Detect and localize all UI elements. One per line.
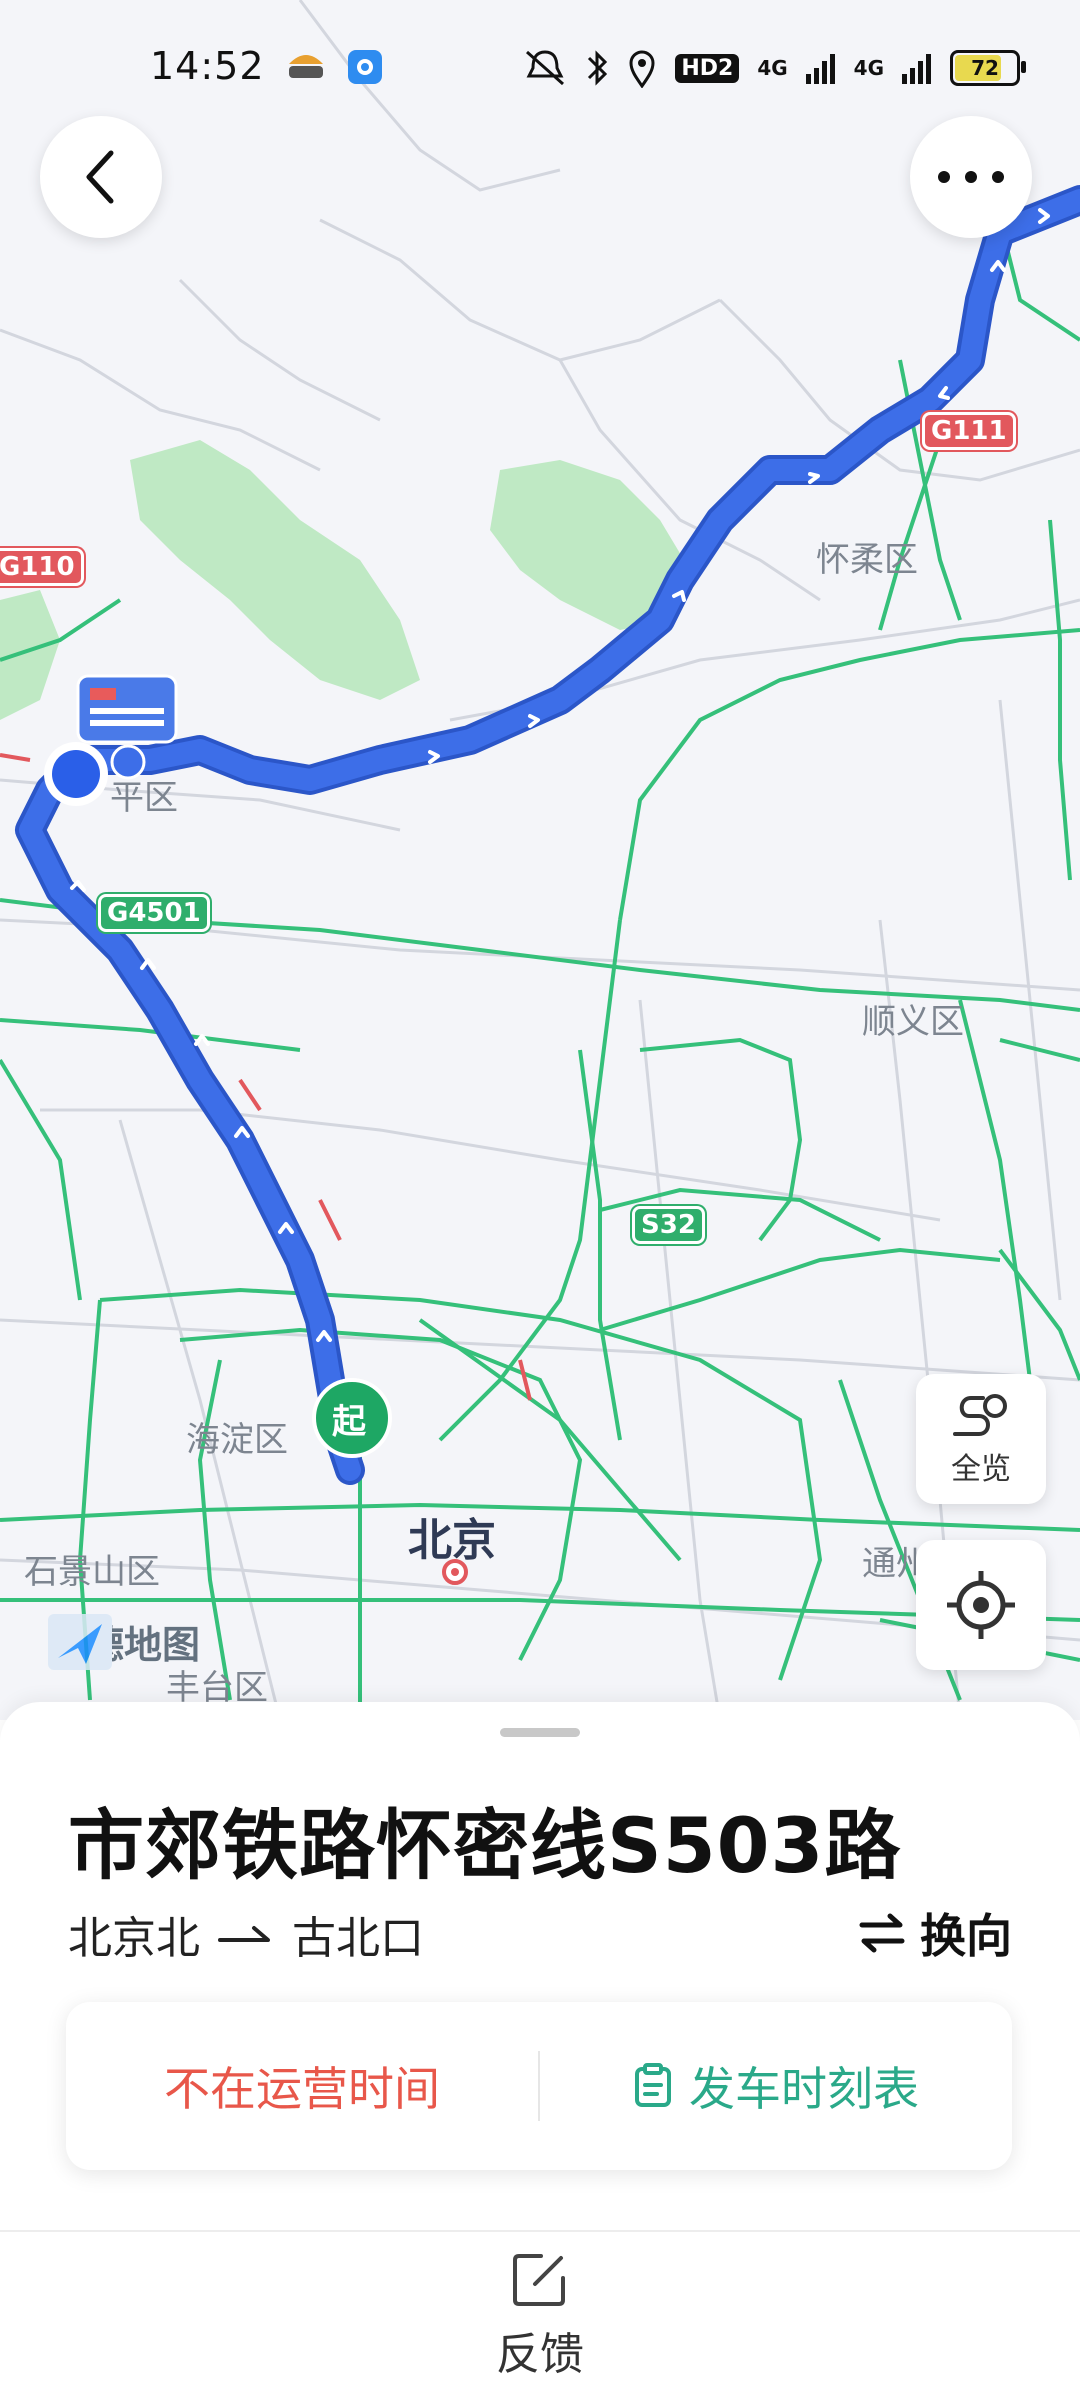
overview-button[interactable]: 全览 [916,1374,1046,1504]
more-button[interactable] [910,116,1032,238]
battery-level: 72 [971,56,999,80]
status-time: 14:52 [150,44,265,88]
road-badge-g111: G111 [922,412,1016,450]
overview-label: 全览 [951,1452,1011,1487]
feedback-label: 反馈 [496,2329,584,2380]
route-overview-icon [953,1394,1007,1436]
map-label-beijing: 北京 [408,1515,496,1566]
park-area [130,440,420,700]
bus-line-sheet: 市郊铁路怀密线S503路 北京北 古北口 换向 不在运营时间 发车时刻表 反馈 [0,1702,1080,2400]
route-to: 古北口 [292,1913,424,1964]
operation-status: 不在运营时间 [66,2053,538,2119]
amap-watermark: 高德地图 [48,1614,200,1670]
hd-badge: HD2 [675,53,740,83]
locate-button[interactable] [916,1540,1046,1670]
swap-direction-button[interactable]: 换向 [858,1900,1012,1966]
notification-app2-icon [348,50,382,84]
route-line [15,185,1080,1485]
schedule-button[interactable]: 发车时刻表 [540,2053,1012,2119]
schedule-label: 发车时刻表 [689,2062,919,2116]
back-button[interactable] [40,116,162,238]
map-label-shunyi: 顺义区 [862,1002,964,1042]
status-icons: HD2 4G 4G 72 [523,48,1026,88]
route-from: 北京北 [68,1913,200,1964]
amap-logo-icon [48,1614,112,1670]
road-badge-s32: S32 [632,1206,705,1244]
operation-status-text: 不在运营时间 [164,2062,440,2116]
more-dots-icon [938,171,1004,183]
map-label-shijingshan: 石景山区 [24,1552,160,1592]
map-label-changping: 平区 [110,778,178,818]
clipboard-icon [635,2063,671,2107]
signal-1-icon [805,54,835,84]
sheet-drag-handle[interactable] [500,1728,580,1737]
battery-icon: 72 [950,50,1026,86]
route-direction: 北京北 古北口 [68,1902,424,1966]
road-badge-g4501: G4501 [98,894,210,932]
feedback-button[interactable]: 反馈 [470,2250,610,2382]
network-1-label: 4G [757,56,788,80]
swap-icon [859,1913,905,1953]
arrow-right-icon [218,1926,270,1942]
map-label-haidian: 海淀区 [186,1420,288,1460]
line-title: 市郊铁路怀密线S503路 [68,1801,902,1890]
notification-app-icon [289,55,323,78]
mute-alarm-icon [526,50,565,86]
operation-card: 不在运营时间 发车时刻表 [66,2002,1012,2170]
map-label-huairou: 怀柔区 [816,540,918,580]
status-bar: 14:52 HD2 4G 4G 72 [0,0,1080,140]
location-icon [629,50,655,88]
locate-crosshair-icon [947,1571,1015,1639]
start-marker-label: 起 [332,1402,366,1442]
chevron-left-icon [86,150,114,204]
swap-label: 换向 [920,1909,1012,1963]
road-badge-g110: G110 [0,548,84,586]
network-2-label: 4G [853,56,884,80]
footer-divider [0,2230,1080,2232]
signal-2-icon [902,54,931,84]
bluetooth-icon [588,50,608,86]
edit-feedback-icon [513,2254,565,2306]
